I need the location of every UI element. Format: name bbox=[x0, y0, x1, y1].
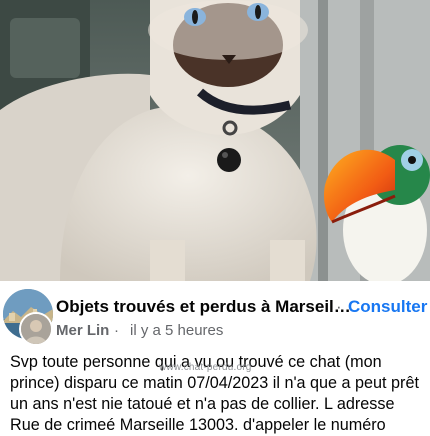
author-name-link[interactable]: Mer Lin bbox=[56, 322, 109, 339]
user-avatar[interactable] bbox=[19, 312, 53, 346]
watermark-text: www.chat-perdu.org bbox=[159, 362, 252, 373]
post-timestamp[interactable]: il y a 5 heures bbox=[130, 322, 223, 339]
meta-separator: · bbox=[114, 322, 119, 339]
cat-photo[interactable] bbox=[0, 0, 430, 281]
header-separator: · bbox=[336, 297, 342, 316]
consult-button[interactable]: Consulter bbox=[348, 297, 427, 317]
group-name-link[interactable]: Objets trouvés et perdus à Marseil… bbox=[56, 297, 351, 317]
